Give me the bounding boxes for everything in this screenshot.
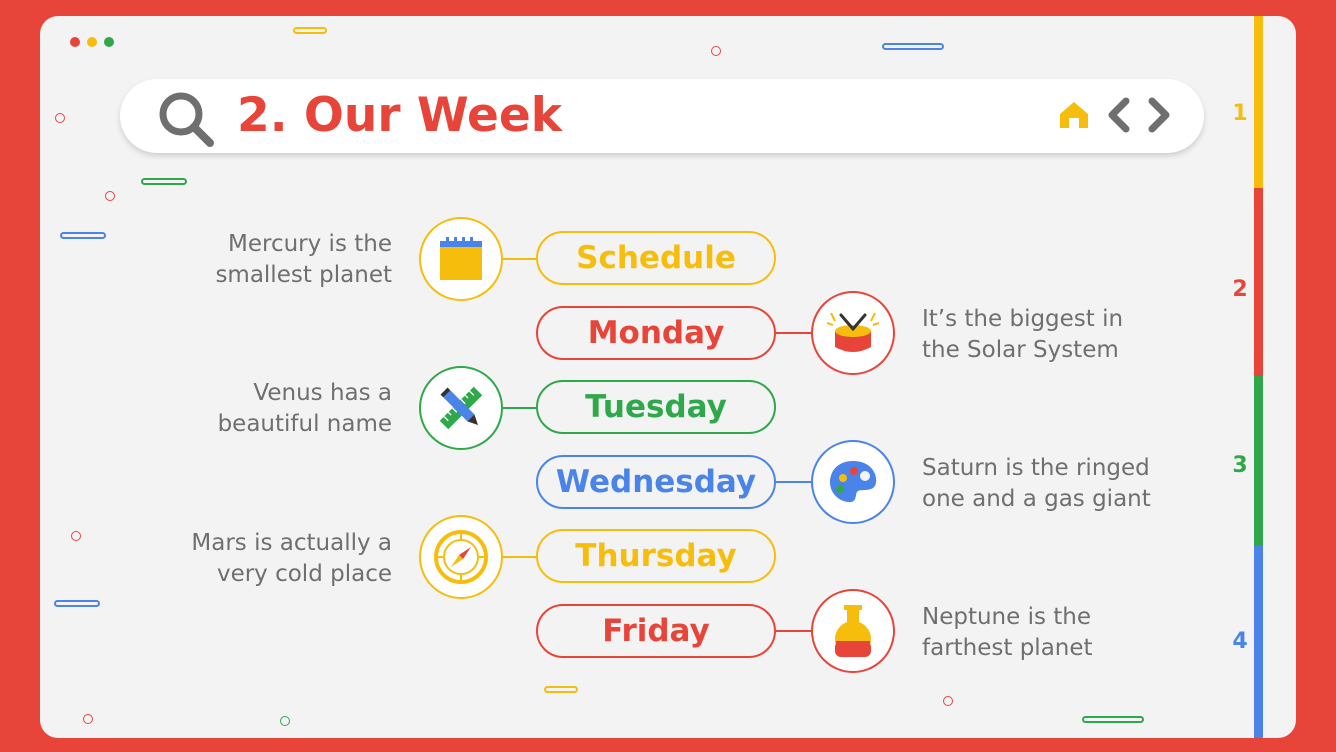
- decoration: [60, 232, 106, 239]
- palette-icon-circle: [811, 440, 895, 524]
- day-pill-tuesday[interactable]: Tuesday: [536, 380, 776, 434]
- pencil-ruler-icon-circle: [419, 366, 503, 450]
- compass-icon: [434, 530, 488, 584]
- decoration: [280, 716, 290, 726]
- chevron-right-icon[interactable]: [1146, 97, 1172, 133]
- calendar-icon: [440, 237, 482, 280]
- window-controls: [70, 37, 114, 47]
- row-note: It’s the biggest in the Solar System: [922, 306, 1124, 363]
- connector: [503, 407, 537, 409]
- connector: [776, 630, 811, 632]
- compass-icon-circle: [419, 515, 503, 599]
- pencil-ruler-icon: [439, 386, 483, 430]
- section-number-1[interactable]: 1: [1225, 101, 1255, 126]
- connector: [503, 556, 537, 558]
- decoration: [943, 696, 953, 706]
- section-bar-4[interactable]: [1254, 546, 1263, 738]
- day-pill-thursday[interactable]: Thursday: [536, 529, 776, 583]
- drum-icon: [826, 312, 880, 352]
- row-note: Mercury is the smallest planet: [215, 231, 392, 288]
- search-icon[interactable]: [156, 89, 218, 151]
- row-note: Mars is actually a very cold place: [191, 530, 392, 587]
- decoration: [141, 178, 187, 185]
- calendar-icon-circle: [419, 217, 503, 301]
- row-note: Saturn is the ringed one and a gas giant: [922, 455, 1151, 512]
- decoration: [55, 113, 65, 123]
- connector: [776, 481, 811, 483]
- decoration: [711, 46, 721, 56]
- decoration: [1082, 716, 1144, 723]
- section-number-2[interactable]: 2: [1225, 277, 1255, 302]
- search-bar[interactable]: 2. Our Week: [120, 79, 1204, 153]
- close-dot[interactable]: [70, 37, 80, 47]
- home-icon[interactable]: [1058, 99, 1090, 131]
- flask-icon-circle: [811, 589, 895, 673]
- connector: [776, 332, 811, 334]
- chevron-left-icon[interactable]: [1106, 97, 1132, 133]
- row-note: Venus has a beautiful name: [217, 380, 392, 437]
- section-bar-1[interactable]: [1254, 16, 1263, 188]
- decoration: [54, 600, 100, 607]
- section-bar-2[interactable]: [1254, 188, 1263, 376]
- decoration: [83, 714, 93, 724]
- decoration: [71, 531, 81, 541]
- section-bar-3[interactable]: [1254, 376, 1263, 546]
- day-pill-wednesday[interactable]: Wednesday: [536, 455, 776, 509]
- palette-icon: [830, 461, 877, 503]
- day-pill-friday[interactable]: Friday: [536, 604, 776, 658]
- day-pill-monday[interactable]: Monday: [536, 306, 776, 360]
- slide-window: 2. Our Week 1 2 3 4 Mercury is the smalle…: [40, 16, 1296, 738]
- minimize-dot[interactable]: [87, 37, 97, 47]
- decoration: [293, 27, 327, 34]
- decoration: [105, 191, 115, 201]
- section-sidebar: [1254, 16, 1263, 738]
- page-title: 2. Our Week: [237, 88, 563, 143]
- maximize-dot[interactable]: [104, 37, 114, 47]
- decoration: [882, 43, 944, 50]
- drum-icon-circle: [811, 291, 895, 375]
- section-number-3[interactable]: 3: [1225, 453, 1255, 478]
- connector: [503, 258, 537, 260]
- row-note: Neptune is the farthest planet: [922, 604, 1093, 661]
- decoration: [544, 686, 578, 693]
- section-number-4[interactable]: 4: [1225, 629, 1255, 654]
- day-pill-schedule[interactable]: Schedule: [536, 231, 776, 285]
- flask-icon: [835, 605, 871, 657]
